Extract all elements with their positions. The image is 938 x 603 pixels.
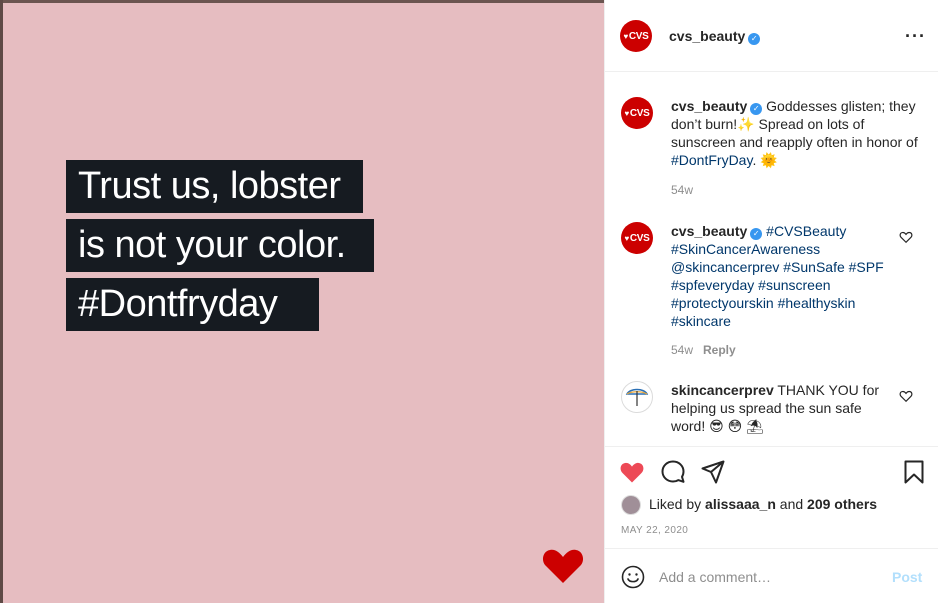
- comment-text: skincancerprev THANK YOU for helping us …: [671, 381, 891, 435]
- avatar-text: CVS: [629, 107, 650, 119]
- comment-time[interactable]: 54w: [671, 343, 693, 357]
- hashtags-comment: ♥ CVS cvs_beauty ✓ #CVSBeauty #SkinCancerA…: [605, 222, 938, 362]
- post-actions: Liked by alissaaa_n and 209 others MAY 2…: [605, 446, 938, 603]
- headline-line-3: #Dontfryday: [66, 278, 319, 331]
- save-bookmark-icon[interactable]: [901, 459, 927, 485]
- reply-comment: skincancerprev THANK YOU for helping us …: [605, 381, 938, 441]
- like-heart-icon[interactable]: [619, 459, 645, 485]
- post-side-panel: ♥ CVS cvs_beauty ✓ ··· ♥ CVS cvs_beauty ✓ Go…: [604, 0, 938, 603]
- share-icon[interactable]: [700, 459, 726, 485]
- post-header: ♥ CVS cvs_beauty ✓ ···: [605, 0, 938, 72]
- comment-input[interactable]: [659, 565, 879, 589]
- comment-like-heart-icon[interactable]: [899, 230, 913, 244]
- liked-by-mid: and: [775, 496, 808, 512]
- header-username[interactable]: cvs_beauty: [669, 28, 745, 44]
- cvs-heart-icon: [542, 549, 584, 583]
- image-left-edge: [0, 0, 3, 603]
- heart-icon: ♥: [624, 108, 629, 118]
- avatar[interactable]: [621, 381, 653, 413]
- comment-body-end: . 🌞: [752, 152, 778, 168]
- comment-time[interactable]: 54w: [671, 183, 693, 197]
- umbrella-icon: [625, 388, 649, 406]
- add-comment-bar: Post: [605, 548, 938, 603]
- image-top-edge: [0, 0, 604, 3]
- caption-comment: ♥ CVS cvs_beauty ✓ Goddesses glisten; they…: [605, 97, 938, 202]
- avatar[interactable]: [621, 495, 641, 515]
- heart-icon: ♥: [624, 233, 629, 243]
- post-image[interactable]: Trust us, lobster is not your color. #Do…: [0, 0, 604, 603]
- comment-text: cvs_beauty ✓ #CVSBeauty #SkinCancerAwaren…: [671, 222, 891, 330]
- comment-username[interactable]: cvs_beauty: [671, 98, 747, 114]
- comment-meta: 54w Reply: [671, 343, 736, 357]
- more-options-icon[interactable]: ···: [905, 26, 926, 47]
- reply-button[interactable]: Reply: [703, 343, 736, 357]
- verified-badge-icon: ✓: [750, 228, 763, 240]
- comment-text: cvs_beauty ✓ Goddesses glisten; they don’…: [671, 97, 919, 169]
- heart-icon: ♥: [623, 31, 628, 41]
- likes-text: Liked by alissaaa_n and 209 others: [649, 496, 877, 512]
- header-username-row: cvs_beauty ✓: [669, 28, 761, 45]
- comment-icon[interactable]: [660, 459, 686, 485]
- avatar[interactable]: ♥ CVS: [621, 222, 653, 254]
- comment-username[interactable]: cvs_beauty: [671, 223, 747, 239]
- hashtag-link[interactable]: #DontFryDay: [671, 152, 752, 168]
- avatar[interactable]: ♥ CVS: [621, 97, 653, 129]
- comment-like-heart-icon[interactable]: [899, 389, 913, 403]
- avatar[interactable]: ♥ CVS: [620, 20, 652, 52]
- comment-username[interactable]: skincancerprev: [671, 382, 774, 398]
- post-button[interactable]: Post: [892, 569, 922, 585]
- headline-line-1: Trust us, lobster: [66, 160, 363, 213]
- liked-by-prefix: Liked by: [649, 496, 706, 512]
- avatar-text: CVS: [629, 232, 650, 244]
- avatar-text: CVS: [628, 30, 649, 42]
- liked-by-others[interactable]: 209 others: [807, 496, 877, 512]
- verified-badge-icon: ✓: [748, 33, 761, 45]
- post-date[interactable]: MAY 22, 2020: [621, 525, 688, 536]
- headline-line-2: is not your color.: [66, 219, 374, 272]
- verified-badge-icon: ✓: [750, 103, 763, 115]
- emoji-smiley-icon[interactable]: [621, 565, 645, 589]
- liked-by-user[interactable]: alissaaa_n: [705, 496, 776, 512]
